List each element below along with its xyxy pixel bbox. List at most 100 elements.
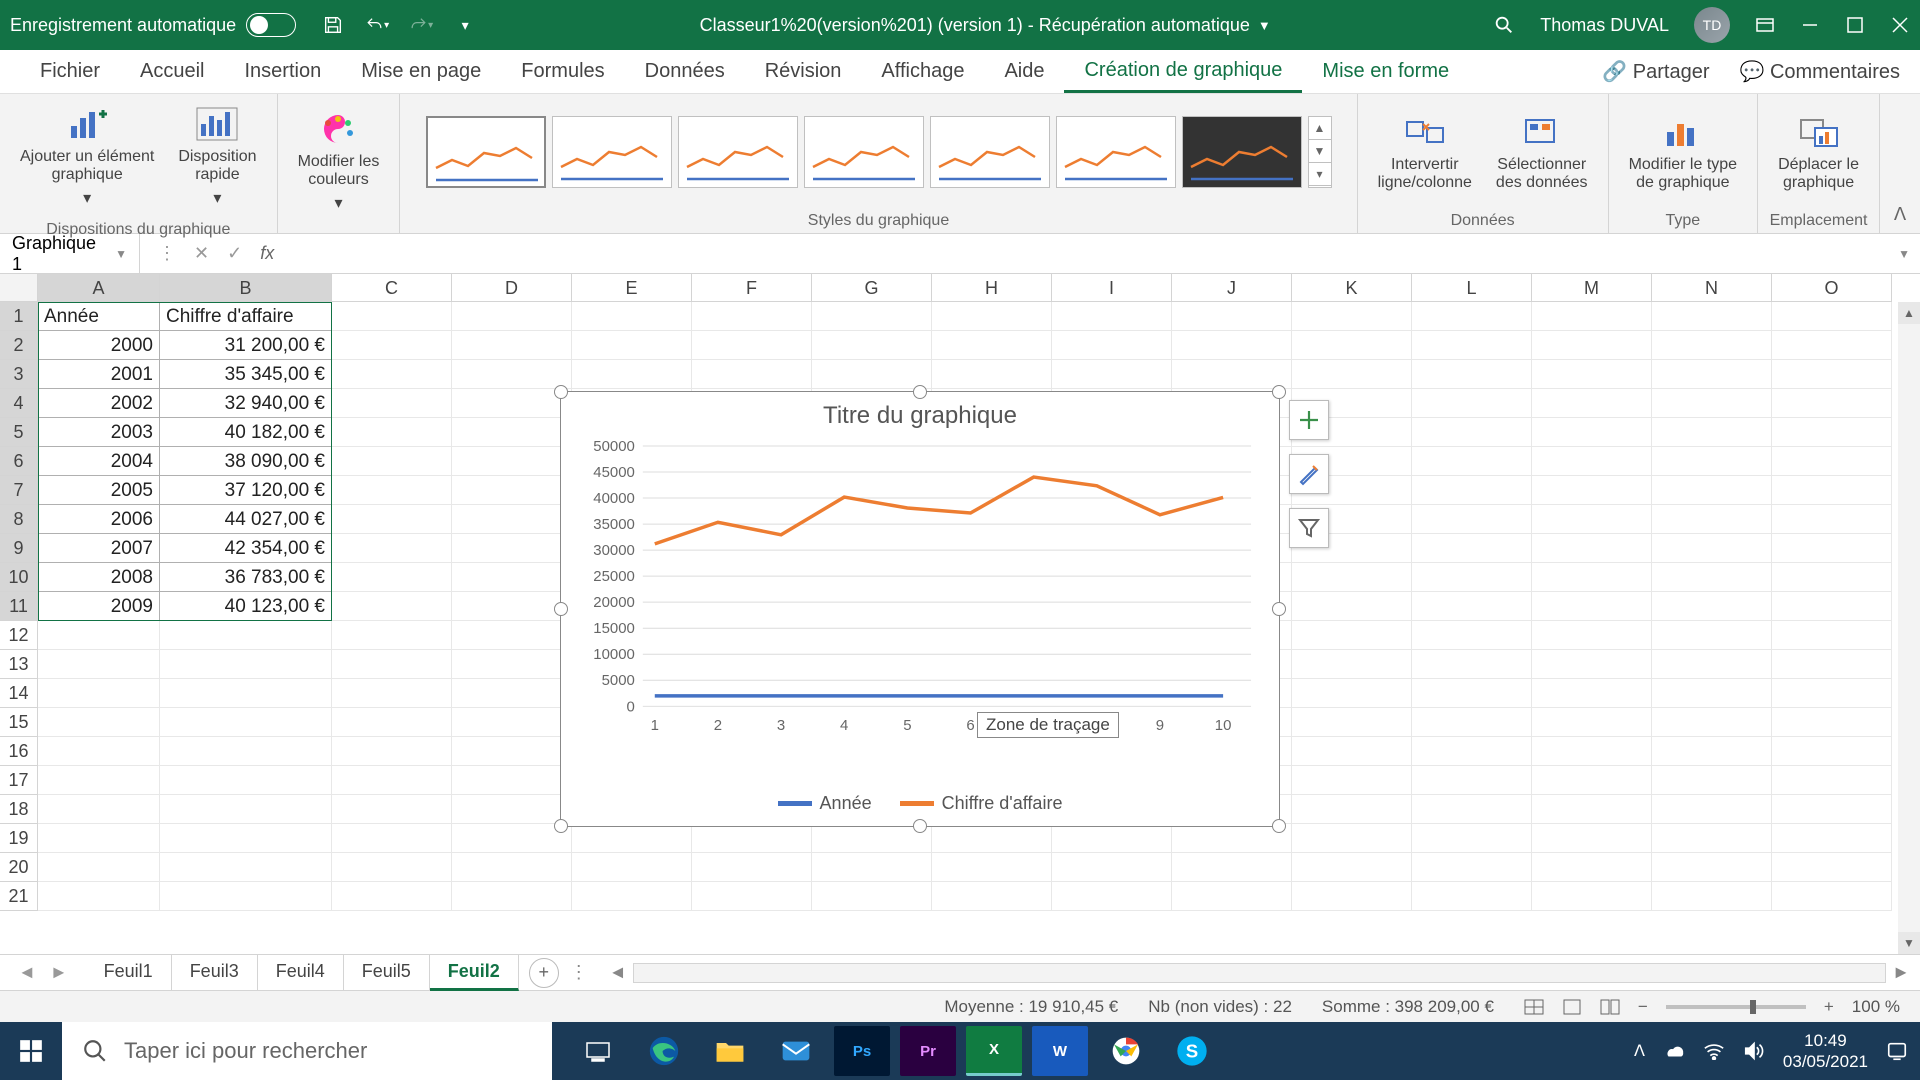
cell-L9[interactable]	[1412, 534, 1532, 563]
chart-style-5[interactable]	[930, 116, 1050, 188]
cell-F19[interactable]	[692, 824, 812, 853]
cell-C19[interactable]	[332, 824, 452, 853]
premiere-icon[interactable]: Pr	[900, 1026, 956, 1076]
resize-handle[interactable]	[554, 602, 568, 616]
cell-A13[interactable]	[38, 650, 160, 679]
row-header-6[interactable]: 6	[0, 447, 38, 476]
horizontal-scrollbar[interactable]: ◄ ►	[599, 962, 1920, 983]
cell-J21[interactable]	[1172, 882, 1292, 911]
cell-L14[interactable]	[1412, 679, 1532, 708]
zoom-in-icon[interactable]: +	[1824, 997, 1834, 1017]
cell-M8[interactable]	[1532, 505, 1652, 534]
zoom-level[interactable]: 100 %	[1852, 997, 1900, 1017]
cell-N15[interactable]	[1652, 708, 1772, 737]
cell-N2[interactable]	[1652, 331, 1772, 360]
cell-C4[interactable]	[332, 389, 452, 418]
cell-O8[interactable]	[1772, 505, 1892, 534]
cell-G21[interactable]	[812, 882, 932, 911]
chart-style-2[interactable]	[552, 116, 672, 188]
ribbon-tab-données[interactable]: Données	[625, 52, 745, 91]
cell-B5[interactable]: 40 182,00 €	[160, 418, 332, 447]
cell-B18[interactable]	[160, 795, 332, 824]
col-header-E[interactable]: E	[572, 274, 692, 302]
row-header-9[interactable]: 9	[0, 534, 38, 563]
ribbon-tab-insertion[interactable]: Insertion	[225, 52, 342, 91]
cell-F3[interactable]	[692, 360, 812, 389]
cell-N8[interactable]	[1652, 505, 1772, 534]
cell-A5[interactable]: 2003	[38, 418, 160, 447]
cell-B15[interactable]	[160, 708, 332, 737]
col-header-D[interactable]: D	[452, 274, 572, 302]
chart-style-6[interactable]	[1056, 116, 1176, 188]
resize-handle[interactable]	[1272, 819, 1286, 833]
cell-O4[interactable]	[1772, 389, 1892, 418]
expand-formula-bar-icon[interactable]: ▼	[1888, 247, 1920, 261]
cell-A2[interactable]: 2000	[38, 331, 160, 360]
cell-J3[interactable]	[1172, 360, 1292, 389]
chart-plot-area[interactable]: 0500010000150002000025000300003500040000…	[579, 440, 1261, 756]
cell-N4[interactable]	[1652, 389, 1772, 418]
cell-D3[interactable]	[452, 360, 572, 389]
cell-M4[interactable]	[1532, 389, 1652, 418]
cell-N12[interactable]	[1652, 621, 1772, 650]
cell-O11[interactable]	[1772, 592, 1892, 621]
cell-E1[interactable]	[572, 302, 692, 331]
cell-B4[interactable]: 32 940,00 €	[160, 389, 332, 418]
cell-O17[interactable]	[1772, 766, 1892, 795]
cell-L3[interactable]	[1412, 360, 1532, 389]
cell-A1[interactable]: Année	[38, 302, 160, 331]
cell-D15[interactable]	[452, 708, 572, 737]
cell-C21[interactable]	[332, 882, 452, 911]
row-header-5[interactable]: 5	[0, 418, 38, 447]
row-header-13[interactable]: 13	[0, 650, 38, 679]
search-icon[interactable]	[1493, 14, 1515, 36]
cell-G1[interactable]	[812, 302, 932, 331]
cell-E19[interactable]	[572, 824, 692, 853]
legend-item[interactable]: Chiffre d'affaire	[900, 793, 1063, 814]
cell-L19[interactable]	[1412, 824, 1532, 853]
cell-C17[interactable]	[332, 766, 452, 795]
row-header-14[interactable]: 14	[0, 679, 38, 708]
cell-C3[interactable]	[332, 360, 452, 389]
ribbon-tab-création-de-graphique[interactable]: Création de graphique	[1064, 51, 1302, 93]
cell-I2[interactable]	[1052, 331, 1172, 360]
col-header-G[interactable]: G	[812, 274, 932, 302]
cell-E3[interactable]	[572, 360, 692, 389]
scroll-down-icon[interactable]: ▼	[1898, 932, 1920, 954]
cell-D12[interactable]	[452, 621, 572, 650]
cell-C16[interactable]	[332, 737, 452, 766]
col-header-L[interactable]: L	[1412, 274, 1532, 302]
cell-O13[interactable]	[1772, 650, 1892, 679]
ribbon-tab-formules[interactable]: Formules	[501, 52, 624, 91]
cell-L21[interactable]	[1412, 882, 1532, 911]
cell-L1[interactable]	[1412, 302, 1532, 331]
avatar[interactable]: TD	[1694, 7, 1730, 43]
cell-O14[interactable]	[1772, 679, 1892, 708]
cell-A7[interactable]: 2005	[38, 476, 160, 505]
cell-D6[interactable]	[452, 447, 572, 476]
row-header-4[interactable]: 4	[0, 389, 38, 418]
sheet-tab-feuil5[interactable]: Feuil5	[344, 955, 430, 991]
cell-D2[interactable]	[452, 331, 572, 360]
cell-C8[interactable]	[332, 505, 452, 534]
resize-handle[interactable]	[554, 819, 568, 833]
sheet-nav-next-icon[interactable]: ►	[50, 962, 68, 983]
resize-handle[interactable]	[1272, 385, 1286, 399]
zoom-slider[interactable]	[1666, 1005, 1806, 1009]
cell-N7[interactable]	[1652, 476, 1772, 505]
cell-D20[interactable]	[452, 853, 572, 882]
cell-L18[interactable]	[1412, 795, 1532, 824]
cell-N6[interactable]	[1652, 447, 1772, 476]
cell-D8[interactable]	[452, 505, 572, 534]
cell-A6[interactable]: 2004	[38, 447, 160, 476]
cell-B2[interactable]: 31 200,00 €	[160, 331, 332, 360]
cell-J20[interactable]	[1172, 853, 1292, 882]
cell-D21[interactable]	[452, 882, 572, 911]
cell-C2[interactable]	[332, 331, 452, 360]
cell-L7[interactable]	[1412, 476, 1532, 505]
cell-A4[interactable]: 2002	[38, 389, 160, 418]
zoom-out-icon[interactable]: −	[1638, 997, 1648, 1017]
select-data-button[interactable]: Sélectionner des données	[1488, 108, 1596, 196]
chart-style-1[interactable]	[426, 116, 546, 188]
cell-B3[interactable]: 35 345,00 €	[160, 360, 332, 389]
